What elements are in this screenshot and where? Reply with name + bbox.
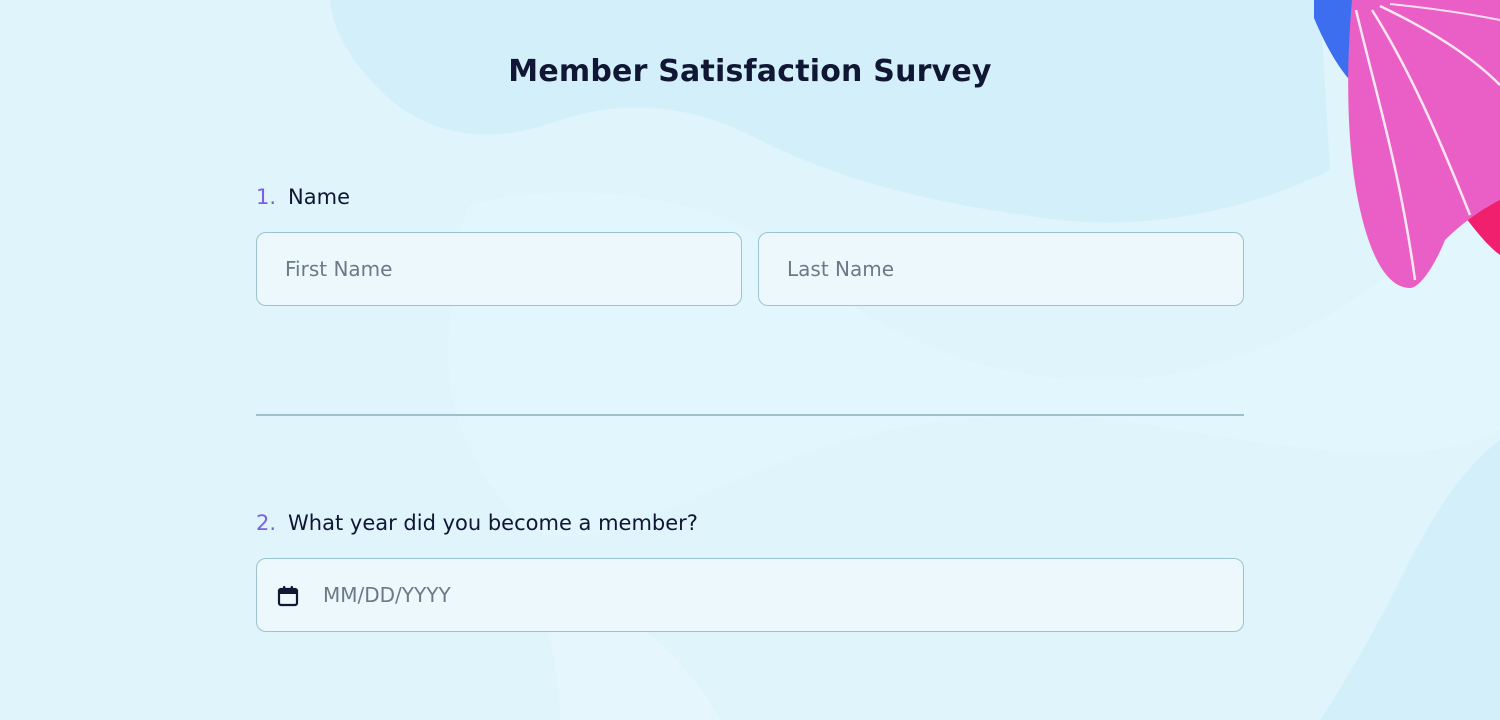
calendar-icon[interactable] <box>277 585 299 607</box>
member-date-field[interactable] <box>256 558 1244 632</box>
survey-form: Member Satisfaction Survey 1. Name 2. What… <box>0 0 1500 720</box>
member-date-input[interactable] <box>323 559 1223 630</box>
section-divider <box>256 414 1244 416</box>
question-1-text: Name <box>288 185 351 209</box>
first-name-input[interactable] <box>256 232 742 306</box>
question-2-number: 2. <box>256 511 277 535</box>
question-2-label: 2. What year did you become a member? <box>256 511 698 535</box>
question-1-label: 1. Name <box>256 185 350 209</box>
question-1-number: 1. <box>256 185 277 209</box>
page-title: Member Satisfaction Survey <box>508 54 992 89</box>
last-name-input[interactable] <box>758 232 1244 306</box>
question-2-text: What year did you become a member? <box>288 511 698 535</box>
